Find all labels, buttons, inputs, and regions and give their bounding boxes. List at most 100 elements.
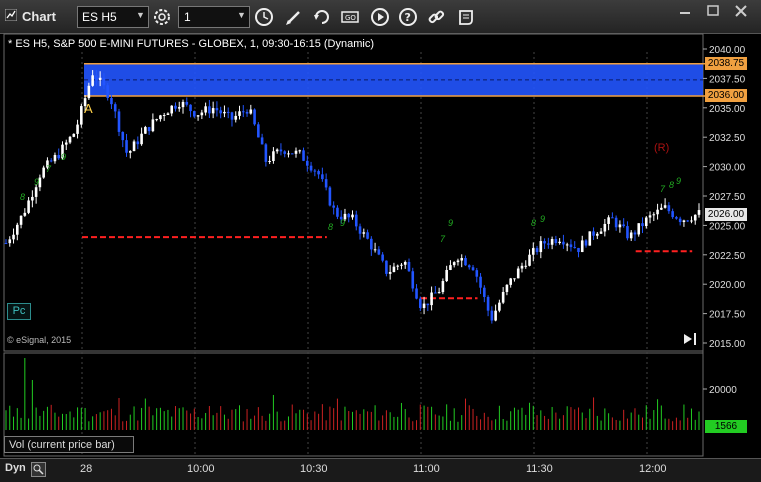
y-tick-label: 2022.50 [709, 251, 746, 262]
candle-body [268, 160, 271, 162]
candle-body [671, 211, 674, 218]
candle-body [388, 272, 392, 274]
candle-body [76, 124, 79, 134]
candle-body [283, 151, 287, 154]
count-label: 9 [61, 152, 66, 162]
x-tick-label: 10:00 [187, 463, 215, 475]
candle-body [565, 244, 569, 246]
volume-value-label: 1566 [705, 420, 747, 433]
candle-body [211, 108, 215, 114]
candle-body [42, 167, 45, 178]
y-tick-label: 2027.50 [709, 192, 746, 203]
candle-body [19, 215, 23, 225]
candle-body [144, 127, 147, 134]
candle-body [682, 220, 686, 223]
candle-body [219, 110, 222, 114]
candle-body [279, 149, 283, 152]
upper-price-label: 2038.75 [705, 57, 747, 70]
candle-body [366, 232, 369, 239]
candle-body [686, 220, 690, 222]
candle-body [535, 248, 539, 253]
candle-body [475, 270, 479, 277]
candle-body [633, 232, 637, 235]
candle-body [8, 239, 12, 244]
candle-body [614, 217, 618, 228]
candle-body [449, 265, 452, 270]
candle-body [505, 284, 509, 292]
candle-body [373, 249, 377, 251]
candle-body [381, 254, 384, 261]
candle-body [351, 214, 354, 218]
candle-body [652, 214, 656, 216]
volume-study-label[interactable]: Vol (current price bar) [4, 436, 134, 453]
price-chart[interactable]: 2040.00 2037.50 2035.00 2032.50 2030.00 2027.… [0, 0, 761, 481]
count-label: 9 [340, 218, 345, 228]
candle-body [260, 137, 264, 145]
candle-body [15, 224, 19, 235]
candle-body [102, 77, 106, 86]
candle-body [550, 239, 554, 245]
chart-title: * ES H5, S&P 500 E-MINI FUTURES - GLOBEX… [8, 38, 374, 50]
candle-body [204, 106, 207, 113]
candle-body [437, 292, 441, 294]
y-tick-label: 2035.00 [709, 104, 746, 115]
candle-body [516, 268, 520, 279]
y-tick-label: 2040.00 [709, 45, 746, 56]
candle-body [562, 241, 565, 245]
candle-body [302, 150, 305, 161]
candle-body [106, 85, 109, 99]
count-label: 9 [34, 177, 39, 187]
candle-body [411, 271, 415, 289]
candle-body [426, 303, 430, 306]
candle-body [91, 75, 94, 86]
candle-body [362, 232, 366, 234]
candle-body [23, 212, 27, 216]
candle-body [328, 187, 332, 206]
candle-body [588, 231, 592, 246]
candle-body [87, 85, 91, 99]
candle-body [675, 217, 678, 219]
candle-body [603, 223, 607, 232]
candle-body [494, 310, 497, 321]
candle-body [189, 104, 192, 112]
candle-body [324, 179, 328, 188]
candle-body [4, 243, 8, 245]
dynamic-mode-label: Dyn [5, 462, 26, 474]
candle-body [445, 269, 448, 282]
candle-body [53, 155, 57, 162]
candle-body [317, 171, 320, 175]
candle-body [80, 106, 83, 125]
pc-button[interactable]: Pc [7, 303, 31, 320]
candle-body [332, 205, 335, 208]
candle-body [501, 291, 505, 303]
candle-body [460, 258, 464, 261]
zoom-icon[interactable] [31, 462, 46, 477]
candle-body [558, 241, 561, 244]
candle-body [490, 310, 494, 321]
candle-body [12, 234, 15, 240]
candle-body [456, 260, 460, 263]
candle-body [309, 165, 313, 171]
candle-body [117, 111, 121, 132]
candle-body [166, 113, 170, 116]
candle-body [113, 104, 117, 112]
candle-body [513, 278, 516, 280]
candle-body [170, 105, 174, 114]
candle-body [241, 111, 245, 113]
candle-body [531, 248, 535, 255]
candle-body [196, 115, 200, 117]
candle-body [200, 112, 204, 116]
candle-body [121, 131, 125, 141]
candle-body [577, 247, 580, 253]
candle-body [520, 265, 524, 269]
y-tick-label: 2025.00 [709, 221, 746, 232]
candle-body [234, 115, 238, 120]
candle-body [464, 258, 467, 266]
candle-body [644, 217, 648, 227]
candle-body [690, 220, 693, 222]
candle-body [215, 108, 219, 111]
candle-body [452, 262, 456, 266]
candle-body [95, 75, 98, 81]
count-label: 9 [448, 218, 453, 228]
candle-body [34, 187, 38, 197]
